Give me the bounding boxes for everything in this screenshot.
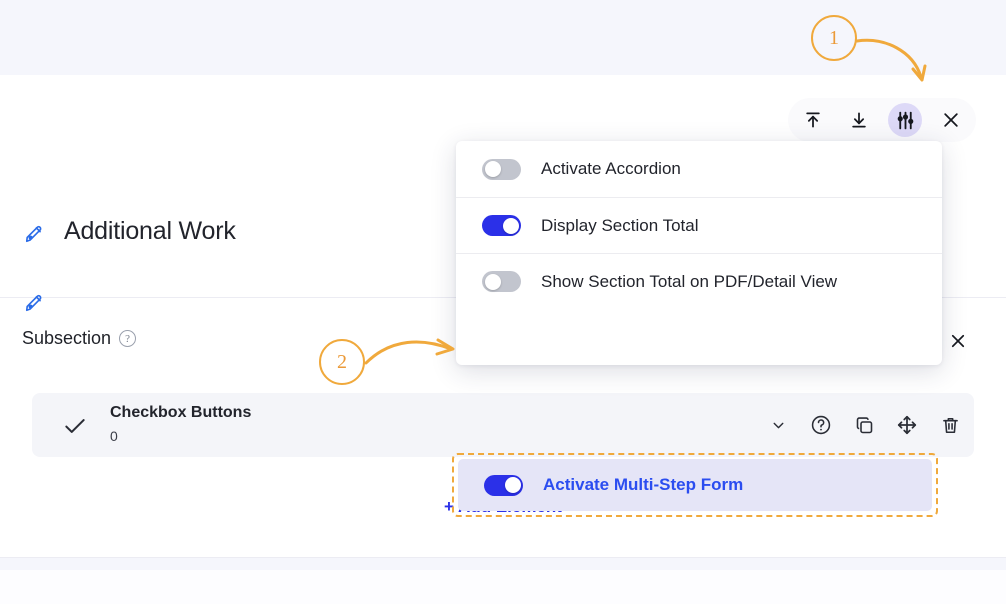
screen: Additional Work Subsection ? Checkbox Bu… — [0, 0, 1006, 604]
option-label: Show Section Total on PDF/Detail View — [541, 271, 838, 291]
help-icon[interactable]: ? — [119, 330, 137, 347]
duplicate-icon[interactable] — [852, 413, 876, 437]
annotation-marker-2: 2 — [319, 339, 365, 385]
option-show-section-total-pdf[interactable]: Show Section Total on PDF/Detail View — [456, 253, 942, 309]
row-actions — [766, 393, 962, 457]
settings-sliders-icon[interactable] — [888, 103, 922, 137]
subsection-close-icon[interactable] — [945, 328, 971, 354]
help-icon[interactable] — [809, 413, 833, 437]
page-title: Additional Work — [64, 217, 236, 245]
card-bottom-divider — [0, 557, 1006, 558]
subsection-label: Subsection — [22, 328, 112, 348]
checkmark-icon — [62, 413, 88, 444]
option-display-section-total[interactable]: Display Section Total — [456, 197, 942, 253]
option-label: Activate Accordion — [541, 159, 681, 178]
option-label: Display Section Total — [541, 215, 699, 235]
delete-icon[interactable] — [938, 413, 962, 437]
pen-edit-icon[interactable] — [24, 222, 46, 244]
annotation-marker-1: 1 — [811, 15, 857, 61]
close-icon[interactable] — [934, 103, 968, 137]
element-value: 0 — [110, 428, 118, 444]
pen-edit-icon-secondary[interactable] — [24, 291, 46, 313]
toggle-activate-multi-step-form[interactable] — [484, 474, 523, 496]
option-activate-accordion[interactable]: Activate Accordion — [456, 141, 942, 197]
element-name: Checkbox Buttons — [110, 404, 252, 421]
move-to-bottom-icon[interactable] — [842, 103, 876, 137]
subsection-header: Subsection ? — [22, 328, 137, 349]
move-to-top-icon[interactable] — [796, 103, 830, 137]
section-toolbar — [788, 98, 976, 142]
next-section-card — [0, 570, 1006, 604]
section-settings-panel: Activate Accordion Display Section Total… — [452, 141, 942, 517]
toggle-show-section-total-pdf[interactable] — [482, 271, 521, 292]
chevron-down-icon[interactable] — [766, 413, 790, 437]
move-icon[interactable] — [895, 413, 919, 437]
toggle-activate-accordion[interactable] — [482, 158, 521, 180]
activate-multi-step-form-option[interactable]: Activate Multi-Step Form — [458, 459, 932, 511]
table-row[interactable]: Checkbox Buttons 0 — [32, 393, 974, 457]
toggle-display-section-total[interactable] — [482, 215, 521, 236]
option-label: Activate Multi-Step Form — [543, 475, 744, 494]
highlight-box: Activate Multi-Step Form — [452, 453, 938, 517]
